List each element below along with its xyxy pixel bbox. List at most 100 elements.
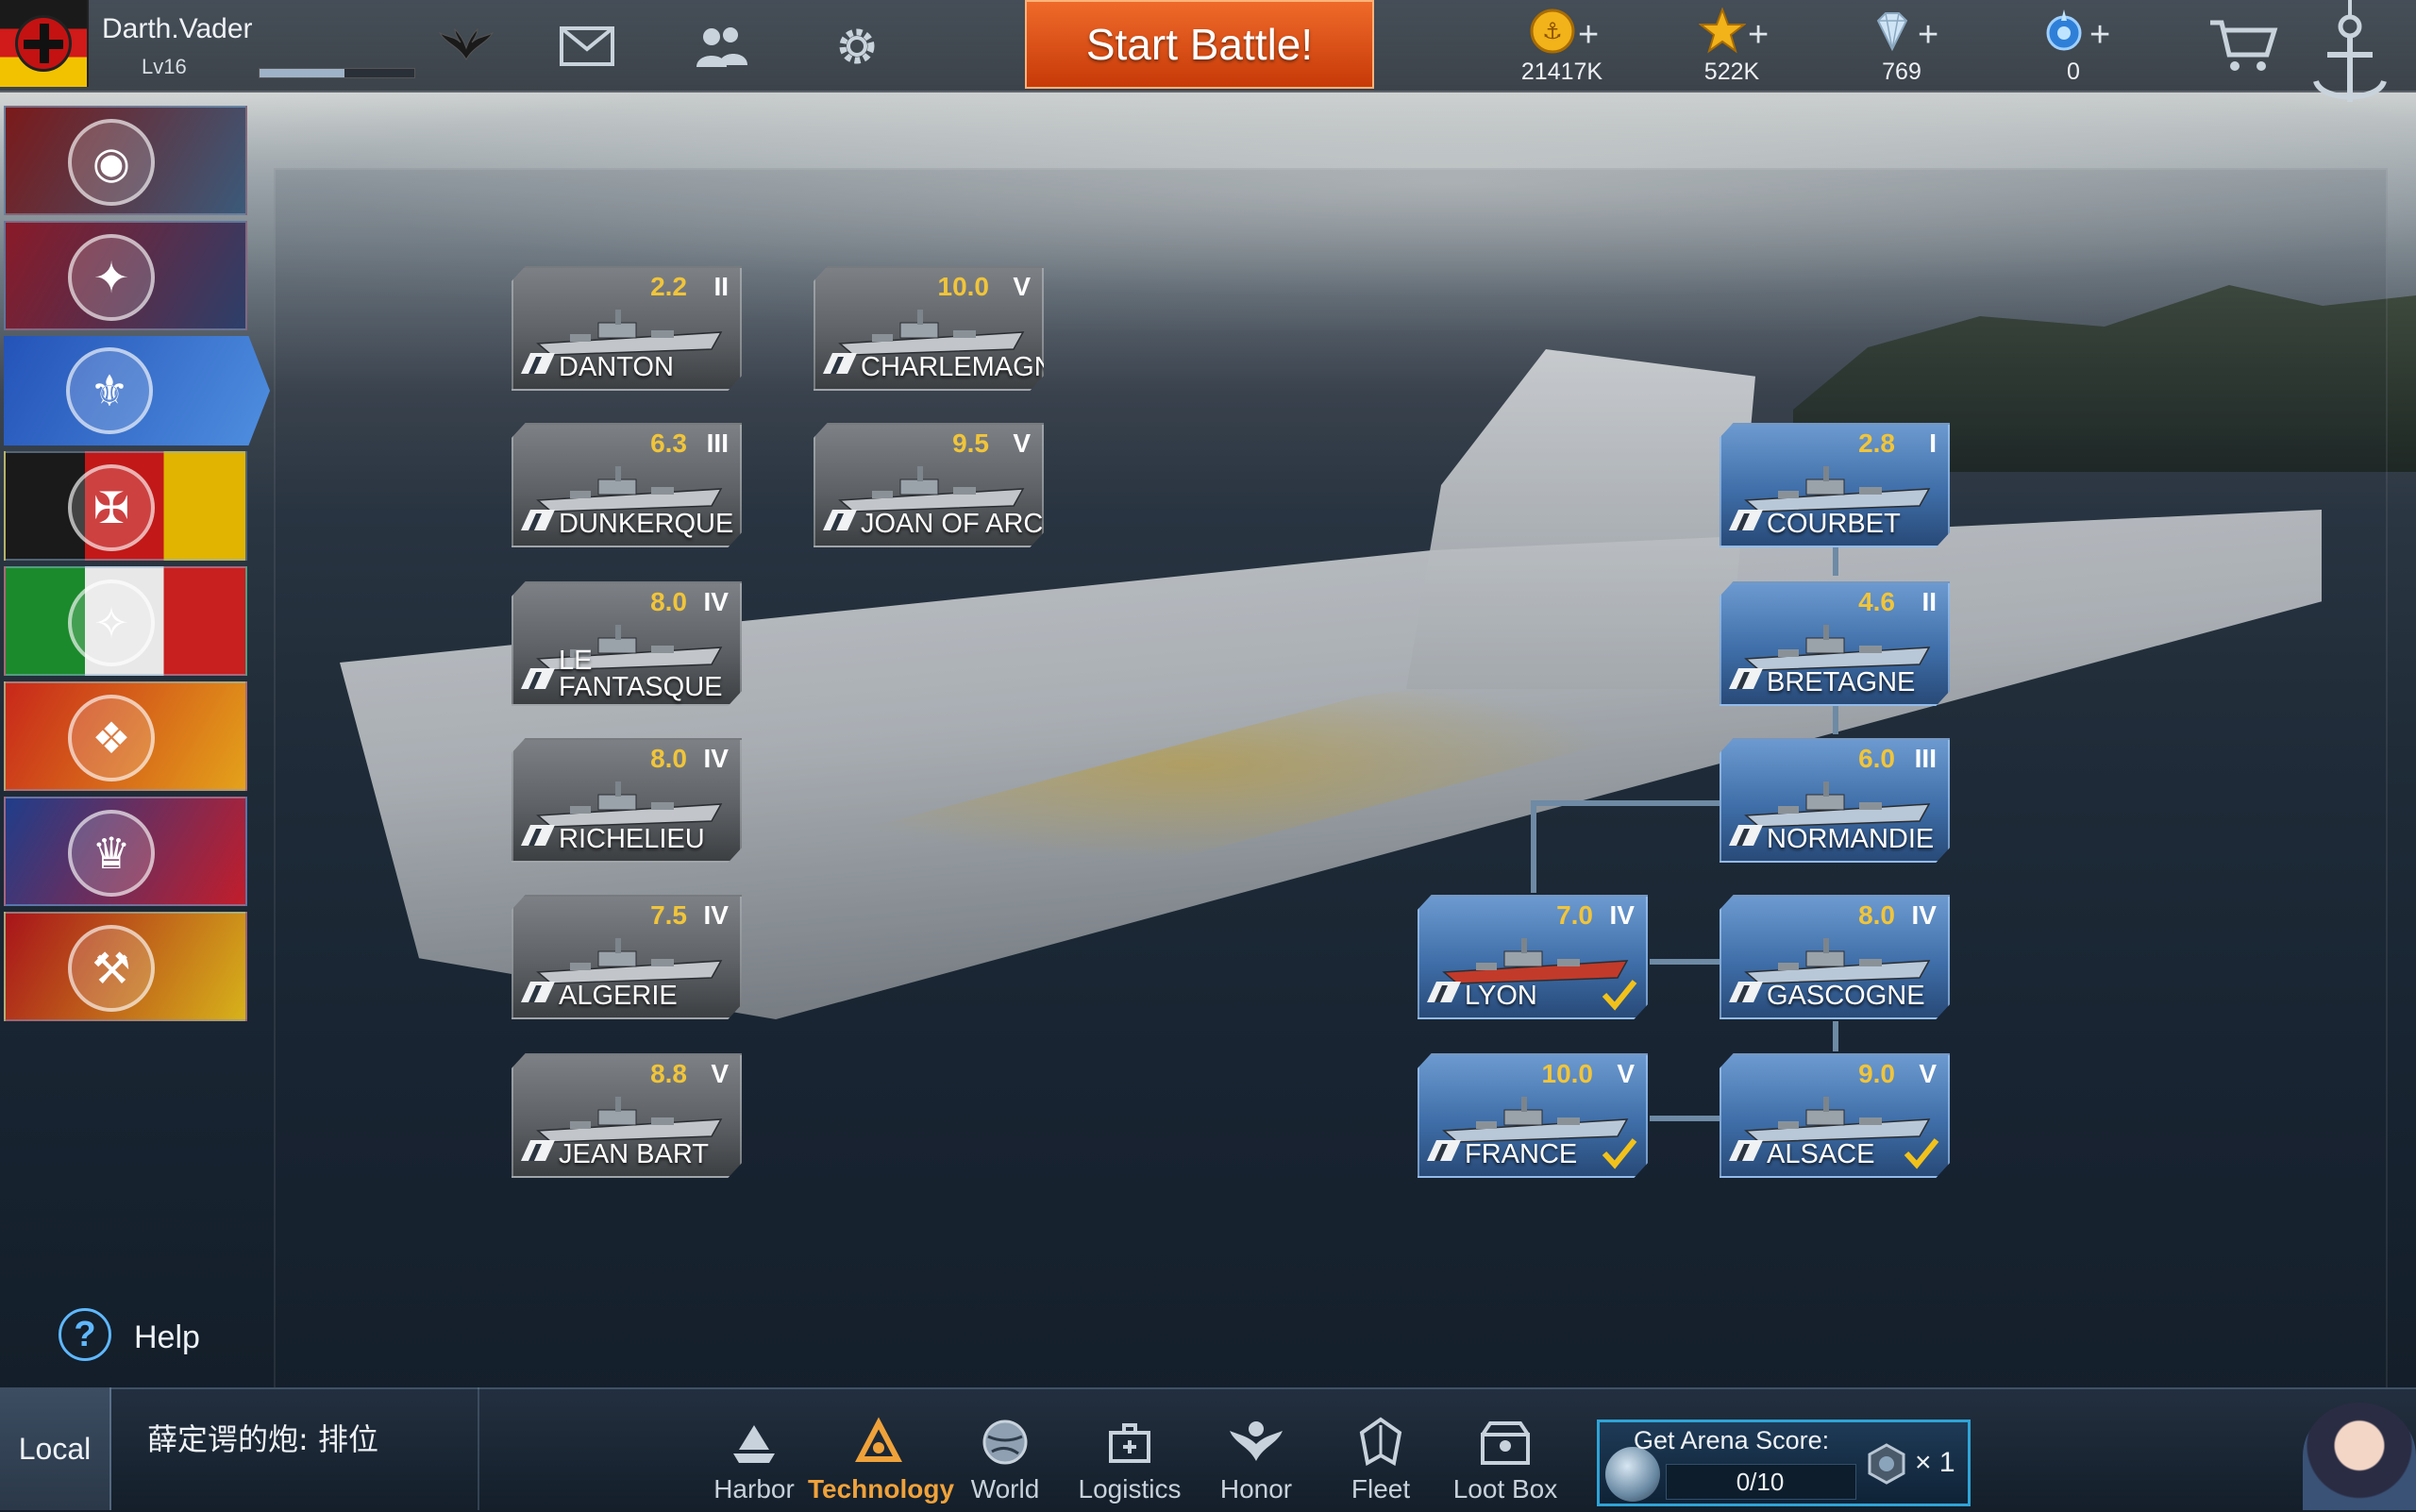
nation-tab-8[interactable]: ⚒ (4, 912, 247, 1021)
player-flag-badge[interactable] (0, 0, 89, 87)
ship-rating: 10.0 (1541, 1059, 1594, 1088)
help-question-icon: ? (59, 1308, 111, 1361)
tree-connector (1650, 959, 1723, 965)
local-chat-button[interactable]: Local (0, 1387, 111, 1510)
nav-world[interactable]: World (944, 1416, 1066, 1510)
nav-label: Honor (1219, 1474, 1293, 1504)
nav-label: Fleet (1351, 1474, 1411, 1504)
iron-cross-emblem-icon: ✠ (68, 464, 155, 551)
star-icon (1699, 8, 1746, 54)
wave-emblem-icon: ◉ (68, 119, 155, 206)
ship-name: COURBET (1767, 509, 1901, 539)
ship-name: CHARLEMAGNE (861, 352, 1072, 382)
nation-tab-3[interactable]: ⚜ (4, 336, 270, 445)
ship-card-france[interactable]: 10.0 V FRANCE (1418, 1053, 1648, 1178)
friends-icon[interactable] (693, 21, 749, 72)
ship-card-normandie[interactable]: 6.0 III NORMANDIE (1720, 738, 1950, 863)
help-button[interactable]: ? Help (59, 1308, 228, 1367)
ship-tier: IV (703, 900, 729, 930)
ship-rating: 8.0 (1858, 900, 1895, 930)
battleship-type-icon (521, 353, 555, 374)
shop-cart-icon[interactable] (2208, 17, 2278, 74)
ship-card-danton[interactable]: 2.2 II DANTON (512, 266, 742, 391)
honor-wings-icon (1230, 1421, 1283, 1461)
ship-card-charlemagne[interactable]: 10.0 V CHARLEMAGNE (814, 266, 1044, 391)
ship-card-gascogne[interactable]: 8.0 IV GASCOGNE (1720, 895, 1950, 1019)
ship-rating: 6.3 (650, 428, 687, 458)
ship-card-dunkerque[interactable]: 6.3 III DUNKERQUE (512, 423, 742, 547)
nav-loot-box[interactable]: Loot Box (1444, 1416, 1567, 1510)
tree-connector (1650, 1116, 1723, 1121)
star-currency[interactable]: + 522K (1661, 4, 1803, 87)
chat-message[interactable]: 薛定谔的炮: 排位 (147, 1416, 378, 1459)
nav-fleet[interactable]: Fleet (1319, 1416, 1442, 1510)
ship-rating: 9.0 (1858, 1059, 1895, 1088)
diamond-currency[interactable]: + 769 (1831, 4, 1972, 87)
ship-rating: 2.8 (1858, 428, 1895, 458)
ship-rating: 8.0 (650, 744, 687, 773)
ship-tier: V (1617, 1059, 1635, 1088)
player-level: Lv16 (142, 55, 187, 78)
ship-card-jean-bart[interactable]: 8.8 V JEAN BART (512, 1053, 742, 1178)
ship-rating: 10.0 (937, 272, 990, 301)
tree-connector (1531, 800, 1723, 806)
eagle-emblem-icon: ✦ (68, 234, 155, 321)
advisor-avatar[interactable] (2303, 1403, 2416, 1510)
ship-card-joan-of-arc[interactable]: 9.5 V JOAN OF ARC (814, 423, 1044, 547)
add-gold-icon[interactable]: + (1578, 17, 1599, 53)
nation-tab-6[interactable]: ❖ (4, 681, 247, 791)
battleship-type-icon (1729, 1140, 1763, 1161)
checkmark-icon (1602, 980, 1637, 1011)
ship-card-algerie[interactable]: 7.5 IV ALGERIE (512, 895, 742, 1019)
crown-emblem-icon: ♛ (68, 810, 155, 897)
start-battle-button[interactable]: Start Battle! (1025, 0, 1374, 89)
battleship-type-icon (1729, 510, 1763, 530)
battleship-type-icon (823, 510, 857, 530)
ship-tier: I (1929, 428, 1937, 458)
add-blue-gem-icon[interactable]: + (2089, 17, 2110, 53)
nation-tab-1[interactable]: ◉ (4, 106, 247, 215)
battleship-type-icon (521, 982, 555, 1002)
wings-icon[interactable] (438, 21, 495, 72)
ship-name: JEAN BART (559, 1139, 710, 1169)
diamond-value: 769 (1882, 59, 1921, 85)
ship-tier: V (1919, 1059, 1937, 1088)
nav-logistics[interactable]: Logistics (1068, 1416, 1191, 1510)
blue-gem-icon (2046, 9, 2082, 51)
ship-name: DUNKERQUE (559, 509, 734, 539)
ship-card-bretagne[interactable]: 4.6 II BRETAGNE (1720, 581, 1950, 706)
nation-tab-4[interactable]: ✠ (4, 451, 247, 561)
iron-cross-icon (15, 15, 72, 72)
add-diamond-icon[interactable]: + (1918, 17, 1938, 53)
nav-honor[interactable]: Honor (1195, 1416, 1317, 1510)
ship-card-courbet[interactable]: 2.8 I COURBET (1720, 423, 1950, 547)
ship-card-le-fantasque[interactable]: 8.0 IV LE FANTASQUE (512, 581, 742, 706)
nation-tab-7[interactable]: ♛ (4, 797, 247, 906)
nav-label: Loot Box (1452, 1474, 1558, 1504)
nav-harbor[interactable]: Harbor (693, 1416, 815, 1510)
ship-rating: 8.0 (650, 587, 687, 616)
mail-icon[interactable] (559, 21, 615, 72)
gold-currency[interactable]: ⚓ + 21417K (1491, 4, 1633, 87)
arena-score-panel[interactable]: Get Arena Score: 0/10 × 1 (1597, 1420, 1971, 1506)
checkmark-icon (1904, 1138, 1939, 1169)
ship-name: NORMANDIE (1767, 824, 1935, 854)
nation-tab-2[interactable]: ✦ (4, 221, 247, 330)
settings-gear-icon[interactable] (829, 21, 885, 72)
ship-card-richelieu[interactable]: 8.0 IV RICHELIEU (512, 738, 742, 863)
add-star-icon[interactable]: + (1748, 17, 1769, 53)
ship-card-lyon[interactable]: 7.0 IV LYON (1418, 895, 1648, 1019)
world-globe-icon (982, 1420, 1028, 1465)
nav-technology[interactable]: Technology (808, 1416, 954, 1510)
ship-tier: V (1013, 428, 1031, 458)
anchor-icon[interactable] (2293, 0, 2407, 123)
blue-gem-currency[interactable]: + 0 (2003, 4, 2144, 87)
tree-connector (1833, 547, 1838, 576)
chat-divider (478, 1387, 479, 1510)
nation-tab-5[interactable]: ✧ (4, 566, 247, 676)
harbor-ship-icon (733, 1425, 775, 1463)
diamond-icon (1876, 12, 1908, 52)
ship-card-alsace[interactable]: 9.0 V ALSACE (1720, 1053, 1950, 1178)
battleship-type-icon (521, 825, 555, 846)
blue-gem-value: 0 (2067, 59, 2080, 85)
